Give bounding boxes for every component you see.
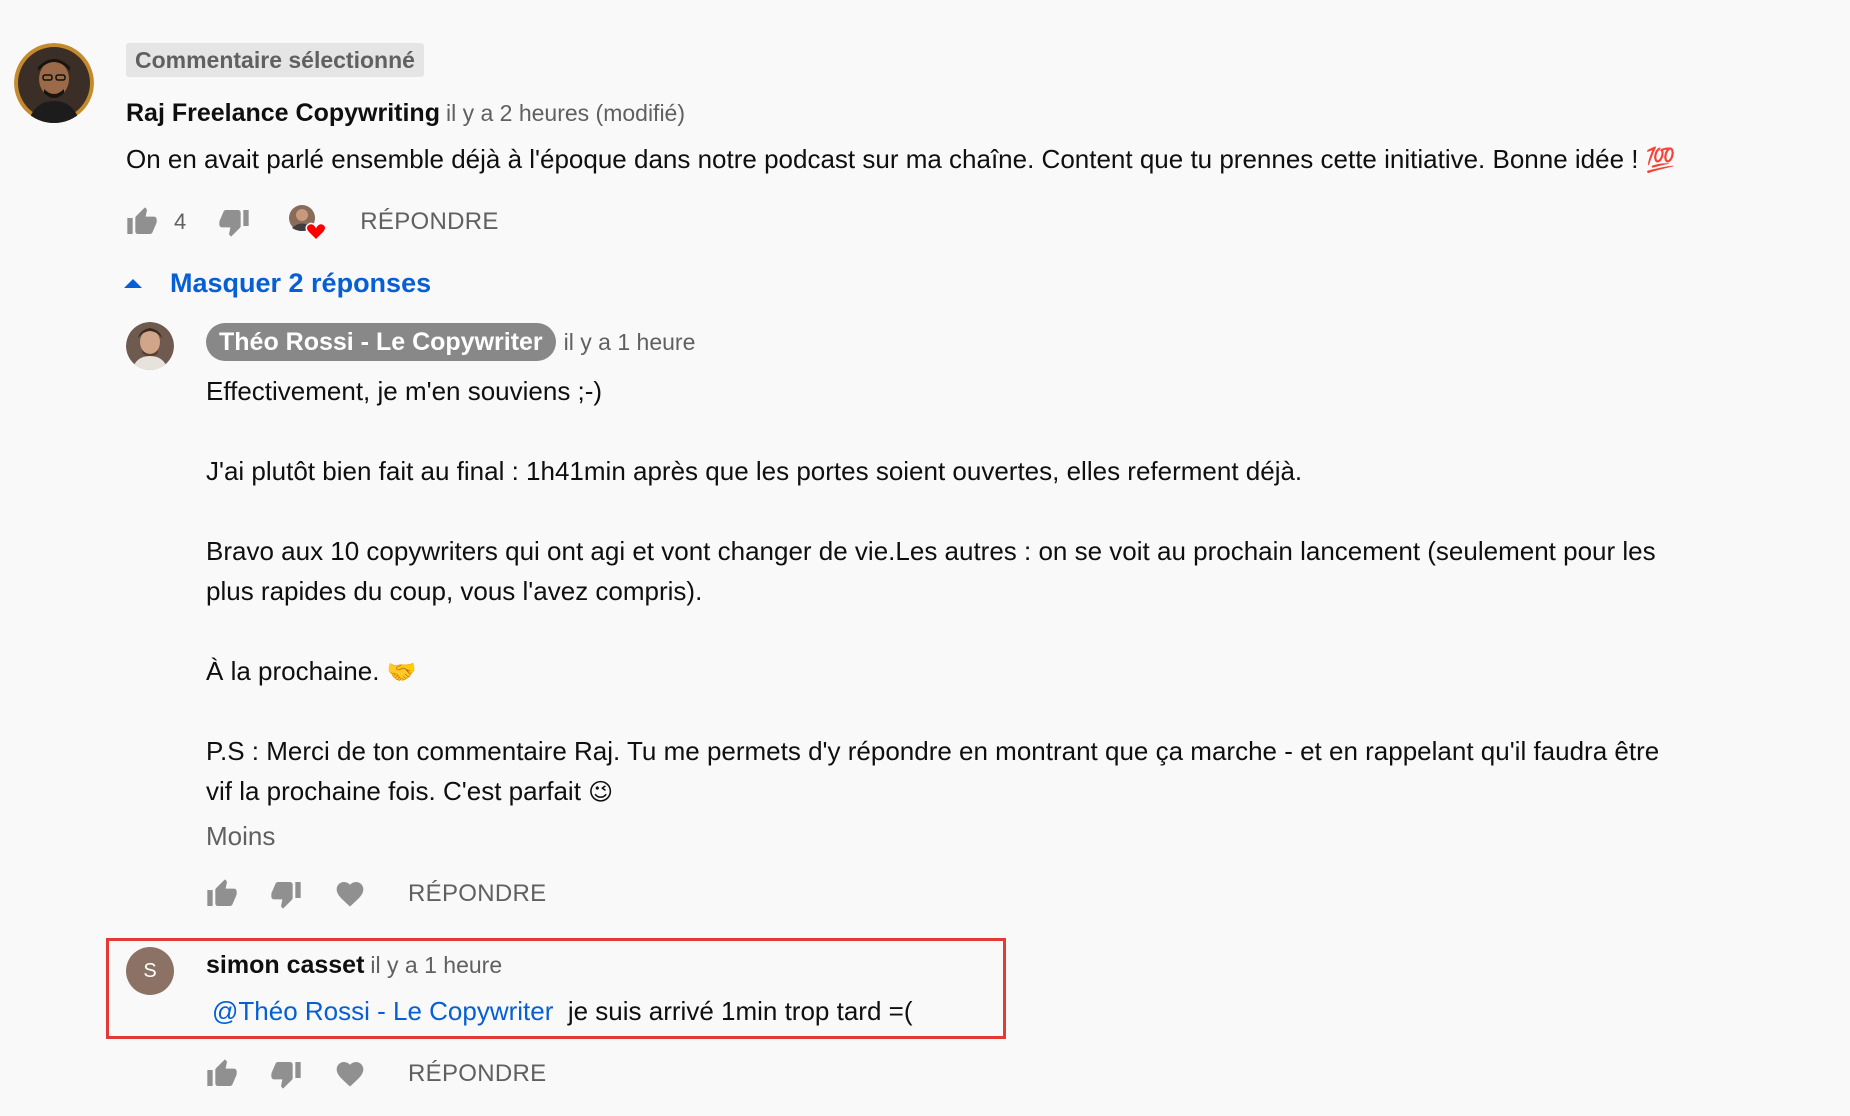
reply1-reply-button[interactable]: RÉPONDRE bbox=[408, 880, 546, 908]
thumb-down-icon bbox=[271, 882, 301, 909]
mention-link[interactable]: @Théo Rossi - Le Copywriter bbox=[212, 996, 553, 1026]
reply2-actions: RÉPONDRE bbox=[204, 1054, 546, 1094]
reply2-header: simon casset il y a 1 heure bbox=[206, 947, 502, 983]
heart-icon bbox=[336, 882, 364, 907]
comments-section: Commentaire sélectionné Raj Freelance Co… bbox=[0, 0, 1850, 1116]
reply1-header: Théo Rossi - Le Copywriter il y a 1 heure bbox=[206, 323, 695, 361]
hide-replies-label: Masquer 2 réponses bbox=[170, 267, 432, 298]
thumb-up-icon bbox=[127, 207, 157, 234]
reply1-paragraph: Bravo aux 10 copywriters qui ont agi et … bbox=[206, 536, 1656, 566]
raj-avatar[interactable] bbox=[14, 43, 94, 123]
reply1-heart-button[interactable] bbox=[332, 876, 368, 912]
main-comment-header: Raj Freelance Copywriting il y a 2 heures… bbox=[126, 95, 685, 131]
reply1-paragraph: J'ai plutôt bien fait au final : 1h41min… bbox=[206, 456, 1303, 486]
creator-heart-icon bbox=[289, 205, 327, 242]
reply1-paragraph: À la prochaine. bbox=[206, 656, 380, 686]
reply2-body: je suis arrivé 1min trop tard =( bbox=[567, 996, 913, 1026]
thumb-down-icon bbox=[271, 1062, 301, 1089]
main-comment-author[interactable]: Raj Freelance Copywriting bbox=[126, 99, 440, 127]
reply2-author[interactable]: simon casset bbox=[206, 951, 364, 979]
main-comment-actions: 4 RÉPONDRE bbox=[124, 202, 499, 242]
selected-comment-badge: Commentaire sélectionné bbox=[126, 43, 424, 77]
handshake-emoji: 🤝 bbox=[386, 659, 417, 686]
reply2-reply-button[interactable]: RÉPONDRE bbox=[408, 1060, 546, 1088]
thumb-up-icon bbox=[207, 1059, 237, 1086]
simon-avatar[interactable]: S bbox=[126, 947, 174, 995]
creator-heart[interactable] bbox=[286, 202, 327, 242]
main-comment-text: On en avait parlé ensemble déjà à l'époq… bbox=[126, 139, 1676, 181]
like-button[interactable] bbox=[124, 204, 160, 240]
thumb-up-icon bbox=[207, 879, 237, 906]
like-count: 4 bbox=[174, 209, 187, 234]
reply1-author-badge[interactable]: Théo Rossi - Le Copywriter bbox=[206, 323, 556, 361]
reply2-like-button[interactable] bbox=[204, 1056, 240, 1092]
simon-avatar-letter: S bbox=[143, 960, 157, 982]
reply2-dislike-button[interactable] bbox=[268, 1056, 304, 1092]
wink-emoji: 😉 bbox=[588, 779, 614, 806]
reply1-like-button[interactable] bbox=[204, 876, 240, 912]
caret-up-icon bbox=[124, 278, 142, 288]
reply1-time[interactable]: il y a 1 heure bbox=[564, 329, 696, 355]
reply1-paragraph-line: vif la prochaine fois. C'est parfait 😉 bbox=[206, 771, 613, 813]
reply1-actions: RÉPONDRE bbox=[204, 874, 546, 914]
hundred-points-emoji: 💯 bbox=[1645, 147, 1676, 174]
reply2-time[interactable]: il y a 1 heure bbox=[370, 952, 502, 978]
theo-avatar[interactable] bbox=[126, 322, 174, 370]
show-less-link[interactable]: Moins bbox=[206, 816, 275, 856]
reply1-paragraph: vif la prochaine fois. C'est parfait bbox=[206, 776, 581, 806]
reply1-paragraph: P.S : Merci de ton commentaire Raj. Tu m… bbox=[206, 736, 1660, 766]
reply1-paragraph-line: À la prochaine. 🤝 bbox=[206, 651, 417, 693]
thumb-down-icon bbox=[219, 210, 249, 237]
main-reply-button[interactable]: RÉPONDRE bbox=[360, 208, 498, 236]
reply1-paragraph: plus rapides du coup, vous l'avez compri… bbox=[206, 576, 703, 606]
reply2-text: @Théo Rossi - Le Copywriter je suis arri… bbox=[212, 991, 912, 1031]
heart-icon bbox=[336, 1062, 364, 1087]
reply1-paragraph: Effectivement, je m'en souviens ;-) bbox=[206, 376, 603, 406]
main-comment-time[interactable]: il y a 2 heures (modifié) bbox=[446, 100, 685, 126]
main-comment-body: On en avait parlé ensemble déjà à l'époq… bbox=[126, 144, 1639, 174]
hide-replies-toggle[interactable]: Masquer 2 réponses bbox=[124, 263, 431, 303]
reply2-heart-button[interactable] bbox=[332, 1056, 368, 1092]
dislike-button[interactable] bbox=[216, 204, 252, 240]
reply1-dislike-button[interactable] bbox=[268, 876, 304, 912]
